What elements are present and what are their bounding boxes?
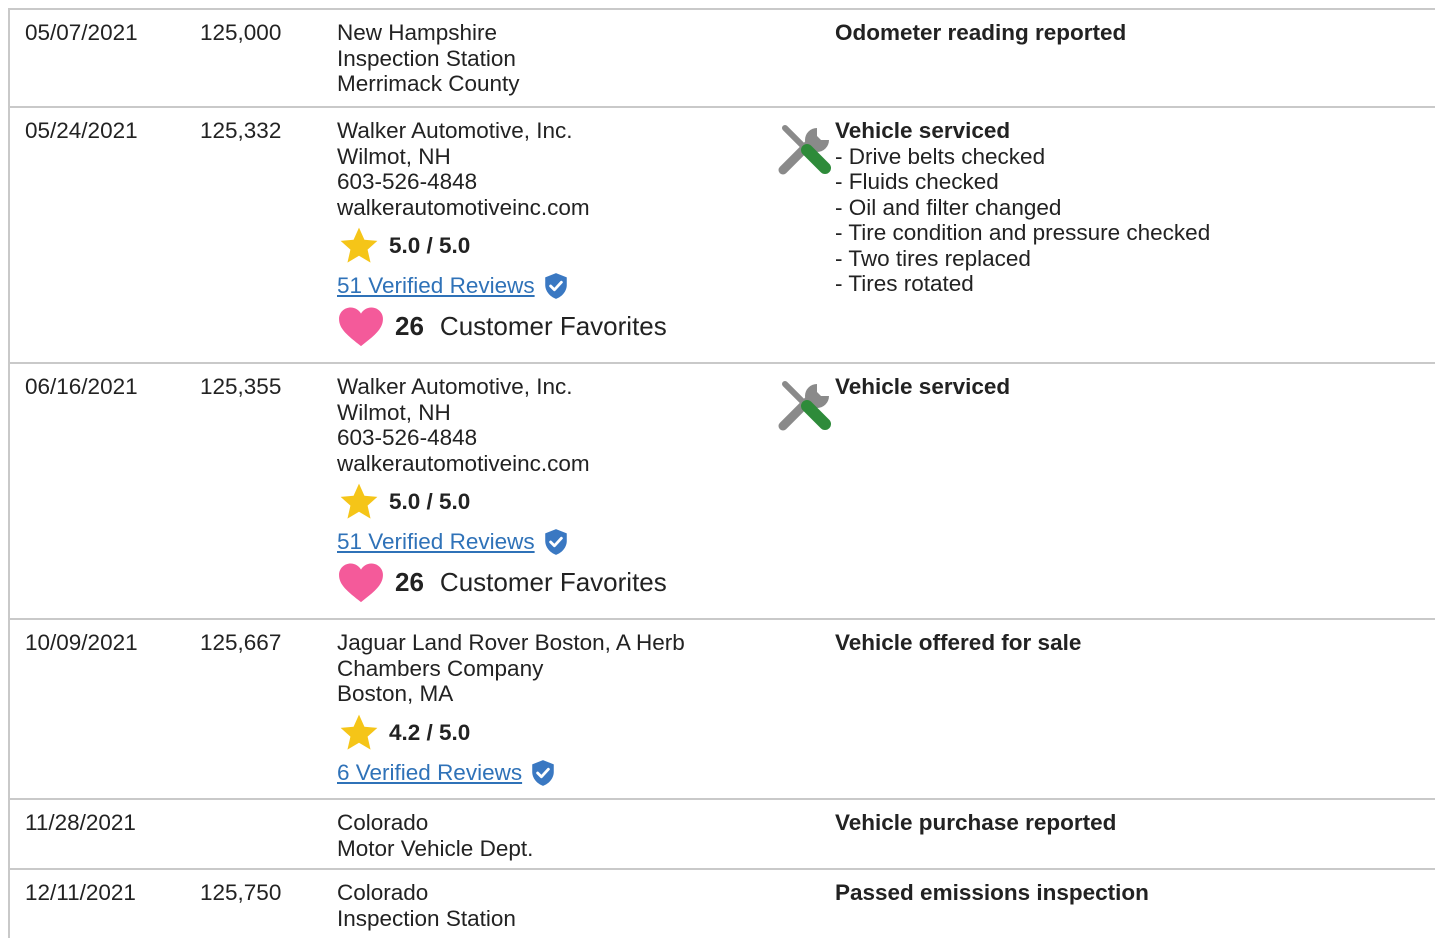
event-detail: - Tires rotated: [835, 271, 974, 296]
table-row: 11/28/2021 Colorado Motor Vehicle Dept. …: [10, 800, 1435, 870]
heart-icon: [339, 307, 383, 347]
event-title: Vehicle serviced: [835, 118, 1011, 143]
favorites-label: Customer Favorites: [439, 311, 667, 342]
date-cell: 05/24/2021: [25, 118, 138, 143]
event-detail: - Two tires replaced: [835, 245, 1031, 271]
source-line: Motor Vehicle Dept.: [337, 835, 534, 861]
verified-shield-icon: [532, 759, 554, 786]
event-detail: - Tire condition and pressure checked: [835, 220, 1211, 245]
date-cell: 06/16/2021: [25, 374, 138, 399]
customer-favorites: 26 Customer Favorites: [337, 562, 767, 604]
source-line: Walker Automotive, Inc.: [337, 374, 573, 399]
event-cell: Vehicle serviced: [777, 374, 1010, 434]
service-tools-icon: [777, 120, 835, 178]
rating-value: 5.0 / 5.0: [389, 233, 471, 259]
source-cell: Jaguar Land Rover Boston, A Herb Chamber…: [337, 630, 767, 787]
source-line: Merrimack County: [337, 71, 520, 96]
source-line: New Hampshire: [337, 20, 498, 45]
event-cell: Vehicle purchase reported: [777, 810, 1116, 836]
event-detail: - Drive belts checked: [835, 143, 1046, 169]
verified-reviews-link[interactable]: 51 Verified Reviews: [337, 273, 535, 299]
source-line: Chambers Company: [337, 655, 544, 681]
event-cell: Vehicle offered for sale: [777, 630, 1081, 656]
event-cell: Odometer reading reported: [777, 20, 1126, 46]
verified-shield-icon: [544, 529, 567, 555]
verified-shield-icon: [544, 273, 567, 299]
verified-reviews-link[interactable]: 6 Verified Reviews: [337, 760, 522, 786]
reviews: 51 Verified Reviews: [337, 528, 767, 556]
event-title: Passed emissions inspection: [835, 880, 1149, 905]
event-detail: - Oil and filter changed: [835, 194, 1062, 220]
source-cell: Colorado Motor Vehicle Dept.: [337, 810, 767, 861]
source-line: Colorado: [337, 810, 429, 835]
table-row: 10/09/2021 125,667 Jaguar Land Rover Bos…: [10, 620, 1435, 800]
rating: 5.0 / 5.0: [337, 483, 767, 520]
rating-value: 4.2 / 5.0: [389, 719, 471, 745]
reviews: 6 Verified Reviews: [337, 759, 767, 787]
source-cell: New Hampshire Inspection Station Merrima…: [337, 20, 767, 97]
source-line: Walker Automotive, Inc.: [337, 118, 573, 143]
source-line: Wilmot, NH: [337, 399, 451, 425]
service-tools-icon: [777, 376, 835, 434]
event-title: Vehicle purchase reported: [835, 810, 1117, 835]
source-line: walkerautomotiveinc.com: [337, 194, 590, 220]
rating: 5.0 / 5.0: [337, 227, 767, 264]
source-line: Inspection Station: [337, 45, 516, 71]
odometer-cell: 125,332: [200, 118, 282, 143]
event-title: Vehicle offered for sale: [835, 630, 1082, 655]
event-title: Odometer reading reported: [835, 20, 1127, 45]
source-line: 603-526-4848: [337, 425, 478, 450]
verified-reviews-link[interactable]: 51 Verified Reviews: [337, 529, 535, 555]
date-cell: 10/09/2021: [25, 630, 138, 655]
source-cell: Colorado Inspection Station: [337, 880, 767, 931]
source-line: Colorado: [337, 880, 429, 905]
rating: 4.2 / 5.0: [337, 714, 767, 751]
event-cell: Passed emissions inspection: [777, 880, 1149, 906]
star-icon: [340, 714, 378, 750]
table-row: 05/07/2021 125,000 New Hampshire Inspect…: [10, 10, 1435, 108]
source-line: walkerautomotiveinc.com: [337, 450, 590, 476]
table-row: 06/16/2021 125,355 Walker Automotive, In…: [10, 364, 1435, 620]
source-line: 603-526-4848: [337, 169, 478, 194]
heart-icon: [339, 563, 383, 603]
table-row: 12/11/2021 125,750 Colorado Inspection S…: [10, 870, 1435, 938]
vehicle-history-table: 05/07/2021 125,000 New Hampshire Inspect…: [8, 8, 1435, 938]
date-cell: 05/07/2021: [25, 20, 138, 45]
event-title: Vehicle serviced: [835, 374, 1011, 399]
star-icon: [340, 483, 378, 519]
event-detail: - Fluids checked: [835, 169, 999, 194]
favorites-count: 26: [395, 567, 424, 598]
odometer-cell: 125,000: [200, 20, 282, 45]
customer-favorites: 26 Customer Favorites: [337, 306, 767, 348]
source-line: Inspection Station: [337, 905, 516, 931]
source-cell: Walker Automotive, Inc. Wilmot, NH 603-5…: [337, 118, 767, 348]
favorites-label: Customer Favorites: [439, 567, 667, 598]
odometer-cell: 125,355: [200, 374, 282, 399]
odometer-cell: 125,667: [200, 630, 282, 655]
odometer-cell: 125,750: [200, 880, 282, 905]
star-icon: [340, 227, 378, 263]
table-row: 05/24/2021 125,332 Walker Automotive, In…: [10, 108, 1435, 364]
reviews: 51 Verified Reviews: [337, 272, 767, 300]
source-line: Boston, MA: [337, 681, 454, 706]
date-cell: 11/28/2021: [25, 810, 136, 835]
source-line: Jaguar Land Rover Boston, A Herb: [337, 630, 685, 655]
rating-value: 5.0 / 5.0: [389, 489, 471, 515]
source-cell: Walker Automotive, Inc. Wilmot, NH 603-5…: [337, 374, 767, 604]
favorites-count: 26: [395, 311, 424, 342]
event-cell: Vehicle serviced - Drive belts checked -…: [777, 118, 1210, 297]
source-line: Wilmot, NH: [337, 143, 451, 169]
date-cell: 12/11/2021: [25, 880, 136, 905]
